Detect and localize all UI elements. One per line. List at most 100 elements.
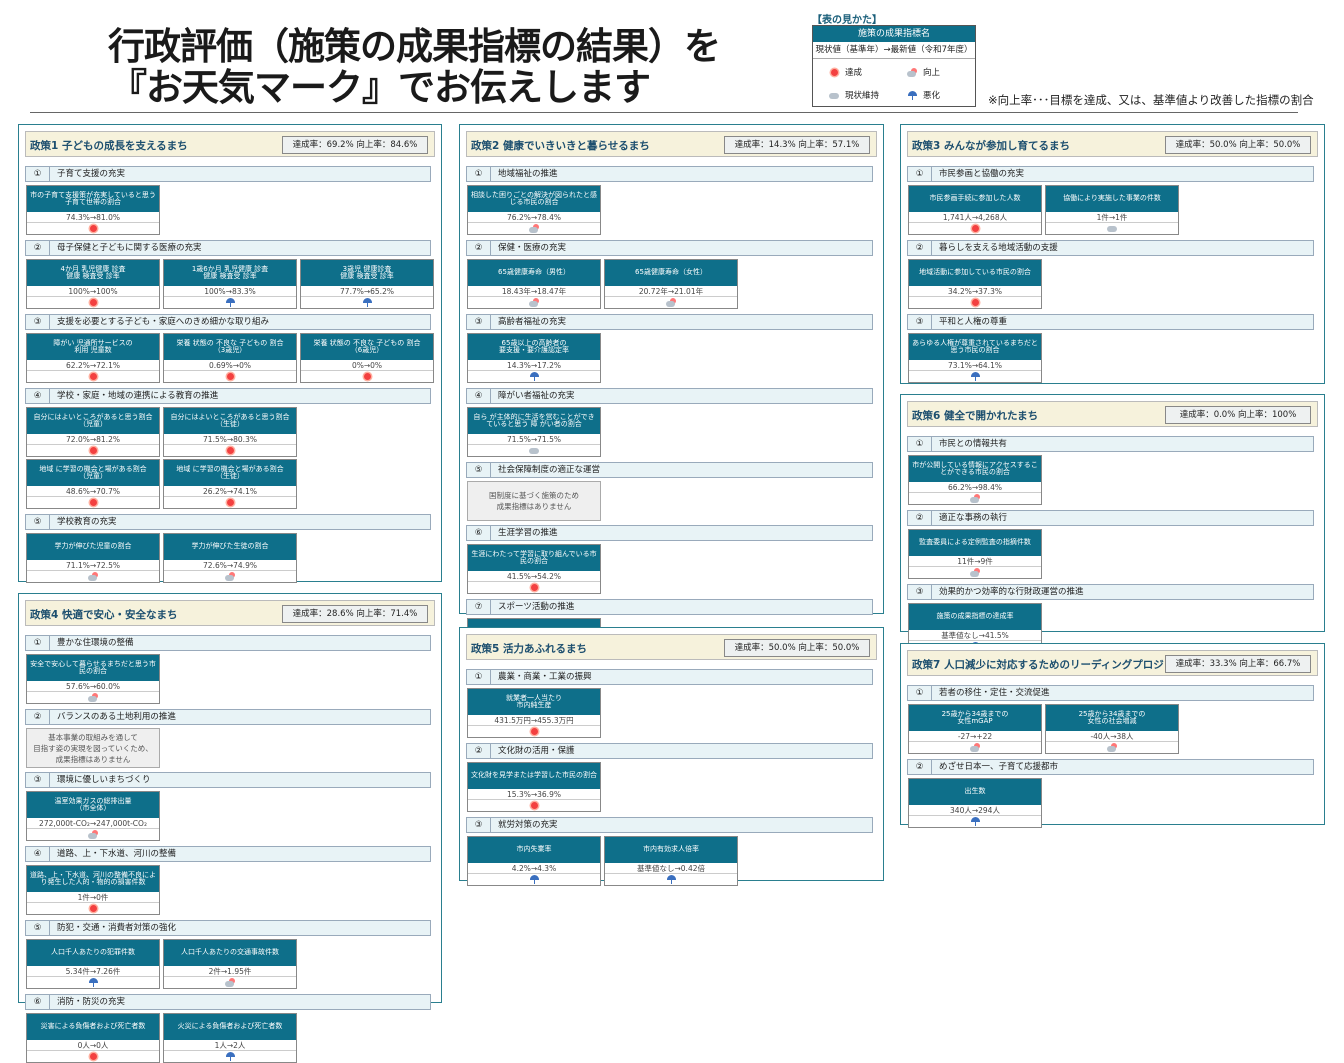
measure-title: 豊かな住環境の整備 [57, 638, 134, 648]
indicator-card: 4か月 乳児健康 診査 健康 検査受 診率 100%→100% [26, 259, 160, 309]
policy-title: 政策6 健全で開かれたまち [912, 410, 1039, 422]
indicator-name: 地域 に学習の機会と場がある割合 （児童） [27, 460, 159, 486]
indicator-name-text: 4か月 乳児健康 診査 健康 検査受 診率 [60, 264, 126, 280]
sun-cloud-icon [88, 830, 98, 839]
indicator-values: 0.69%→0% [164, 360, 296, 371]
sun-cloud-icon [970, 743, 980, 752]
indicator-card: 栄養 状態の 不良な 子どもの 割合 （6歳児） 0%→0% [300, 333, 434, 383]
policy-header: 政策7 人口減少に対応するためのリーディングプロジェクト 達成率：33.3% 向上… [907, 650, 1318, 676]
measure-heading: ① 子育て支援の充実 [25, 166, 431, 182]
indicator-weather [468, 297, 600, 308]
sun-icon [529, 727, 539, 736]
indicator-name: 災害による負傷者および死亡者数 [27, 1014, 159, 1040]
indicator-values: 74.3%→81.0% [27, 212, 159, 223]
indicator-values: 66.2%→98.4% [909, 482, 1041, 493]
indicator-name: 65歳以上の高齢者の 要支援・要介護認定率 [468, 334, 600, 360]
indicator-weather [605, 874, 737, 885]
measure-title: 市民参画と協働の充実 [939, 169, 1025, 179]
indicator-card: 地域 に学習の機会と場がある割合 （児童） 48.6%→70.7% [26, 459, 160, 509]
measure-title: 母子保健と子どもに関する医療の充実 [57, 243, 202, 253]
indicator-values: 431.5万円→455.3万円 [468, 715, 600, 726]
indicator-name: 市内失業率 [468, 837, 600, 863]
indicator-values: 62.2%→72.1% [27, 360, 159, 371]
measure-number: ③ [26, 773, 50, 787]
indicator-name: 文化財を見学または学習した市民の割合 [468, 763, 600, 789]
indicator-card: 安全で安心して暮らせるまちだと思う市民の割合 57.6%→60.0% [26, 654, 160, 704]
umbrella-icon [907, 90, 917, 100]
indicator-name-text: あらゆる人権が尊重されているまちだと思う市民の割合 [912, 338, 1038, 354]
indicator-values: 76.2%→78.4% [468, 212, 600, 223]
indicator-name: 学力が伸びた生徒の割合 [164, 534, 296, 560]
indicator-values: 72.0%→81.2% [27, 434, 159, 445]
indicator-card: 地域 に学習の機会と場がある割合 （生徒） 26.2%→74.1% [163, 459, 297, 509]
measure-title: 社会保障制度の適正な運営 [498, 465, 601, 475]
policy-panel: 政策3 みんなが参加し育てるまち 達成率：50.0% 向上率：50.0% ① 市民参画… [900, 124, 1325, 384]
indicator-name: 自分にはよいところがあると思う割合 （児童） [27, 408, 159, 434]
sun-cloud-icon [970, 568, 980, 577]
indicator-values: 26.2%→74.1% [164, 486, 296, 497]
sun-icon [88, 298, 98, 307]
indicator-card: 相談した困りごとの解決が図られたと感じる市民の割合 76.2%→78.4% [467, 185, 601, 235]
measure-number: ④ [26, 847, 50, 861]
indicator-values: 48.6%→70.7% [27, 486, 159, 497]
cloud-icon [1107, 224, 1117, 233]
indicator-values: 57.6%→60.0% [27, 681, 159, 692]
measure-number: ② [908, 241, 932, 255]
measure-title: 学校・家庭・地域の連携による教育の推進 [57, 391, 219, 401]
sun-icon [88, 372, 98, 381]
policy-panel: 政策2 健康でいきいきと暮らせるまち 達成率：14.3% 向上率：57.1% ① 地域… [459, 124, 884, 668]
measure-heading: ② めざせ日本一、子育て応援都市 [907, 759, 1314, 775]
measure-heading: ③ 平和と人権の尊重 [907, 314, 1314, 330]
indicator-name-text: 相談した困りごとの解決が図られたと感じる市民の割合 [471, 190, 597, 206]
policy-title: 政策1 子どもの成長を支えるまち [30, 140, 188, 152]
sun-cloud-icon [88, 693, 98, 702]
indicator-name-text: 65歳以上の高齢者の 要支援・要介護認定率 [499, 338, 569, 354]
measure-number: ① [467, 167, 491, 181]
indicator-name: 学力が伸びた児童の割合 [27, 534, 159, 560]
cloud-icon [829, 91, 839, 100]
indicator-values: 72.6%→74.9% [164, 560, 296, 571]
indicator-name-text: 文化財を見学または学習した市民の割合 [471, 771, 597, 780]
measure-heading: ③ 環境に優しいまちづくり [25, 772, 431, 788]
indicator-weather [605, 297, 737, 308]
indicator-card: 人口千人あたりの犯罪件数 5.34件→7.26件 [26, 939, 160, 989]
indicator-name-text: 65歳健康寿命（男性） [498, 268, 570, 277]
measure-title: 子育て支援の充実 [57, 169, 126, 179]
indicator-name-text: 栄養 状態の 不良な 子どもの 割合 （3歳児） [176, 338, 284, 354]
indicator-weather [27, 371, 159, 382]
no-indicator-note: 国制度に基づく施策のため 成果指標はありません [467, 481, 601, 521]
indicator-name-text: 市内失業率 [516, 845, 552, 854]
indicator-values: 71.1%→72.5% [27, 560, 159, 571]
policy-rate: 達成率：50.0% 向上率：50.0% [1165, 136, 1311, 154]
indicator-weather [468, 726, 600, 737]
indicator-weather [164, 497, 296, 508]
indicator-card: 学力が伸びた生徒の割合 72.6%→74.9% [163, 533, 297, 583]
measure-heading: ⑤ 防犯・交通・消費者対策の強化 [25, 920, 431, 936]
indicator-name: 地域活動に参加している市民の割合 [909, 260, 1041, 286]
measure-heading: ③ 高齢者福祉の充実 [466, 314, 873, 330]
indicator-name: 相談した困りごとの解決が図られたと感じる市民の割合 [468, 186, 600, 212]
sun-icon [225, 498, 235, 507]
measure-title: 農業・商業・工業の振興 [498, 672, 592, 682]
indicator-card: 65歳健康寿命（女性） 20.72年→21.01年 [604, 259, 738, 309]
indicator-card: 障がい 児通所サービスの 利用 児童数 62.2%→72.1% [26, 333, 160, 383]
indicator-name: 25歳から34歳までの 女性mGAP [909, 705, 1041, 731]
indicator-name: 65歳健康寿命（女性） [605, 260, 737, 286]
measure-title: 道路、上・下水道、河川の整備 [57, 849, 177, 859]
indicator-card: 25歳から34歳までの 女性mGAP -27→+22 [908, 704, 1042, 754]
legend-box: 施策の成果指標名 現状値（基準年）→最新値（令和7年度） 達成 向上 現状維持 … [812, 25, 976, 107]
indicator-values: 1,741人→4,268人 [909, 212, 1041, 223]
measure-title: バランスのある土地利用の推進 [57, 712, 176, 722]
sun-icon [225, 372, 235, 381]
measure-heading: ③ 効果的かつ効率的な行財政運営の推進 [907, 584, 1314, 600]
indicator-name: あらゆる人権が尊重されているまちだと思う市民の割合 [909, 334, 1041, 360]
measure-title: 就労対策の充実 [498, 820, 558, 830]
indicator-weather [27, 829, 159, 840]
policy-title: 政策7 人口減少に対応するためのリーディングプロジェクト [912, 659, 1196, 671]
indicator-card: 自分にはよいところがあると思う割合 （児童） 72.0%→81.2% [26, 407, 160, 457]
sun-icon [529, 801, 539, 810]
indicator-name-text: 市内有効求人倍率 [643, 845, 699, 854]
measure-number: ② [467, 241, 491, 255]
sun-icon [970, 298, 980, 307]
indicator-weather [1046, 742, 1178, 753]
